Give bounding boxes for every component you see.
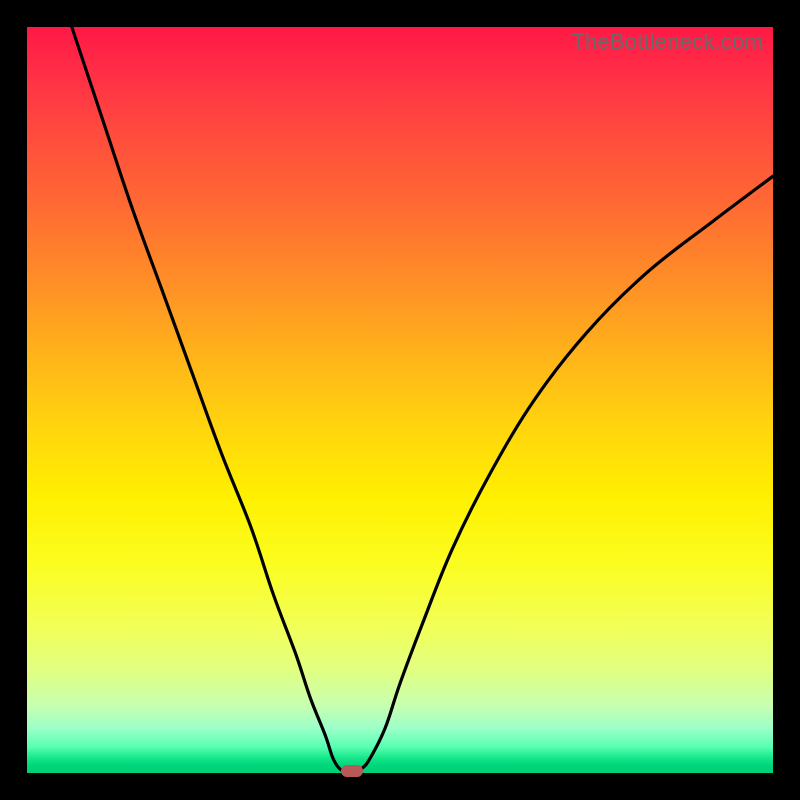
chart-frame: TheBottleneck.com [0,0,800,800]
optimum-marker [341,765,363,777]
bottleneck-curve [27,27,773,773]
watermark-text: TheBottleneck.com [571,29,763,55]
plot-area: TheBottleneck.com [27,27,773,773]
